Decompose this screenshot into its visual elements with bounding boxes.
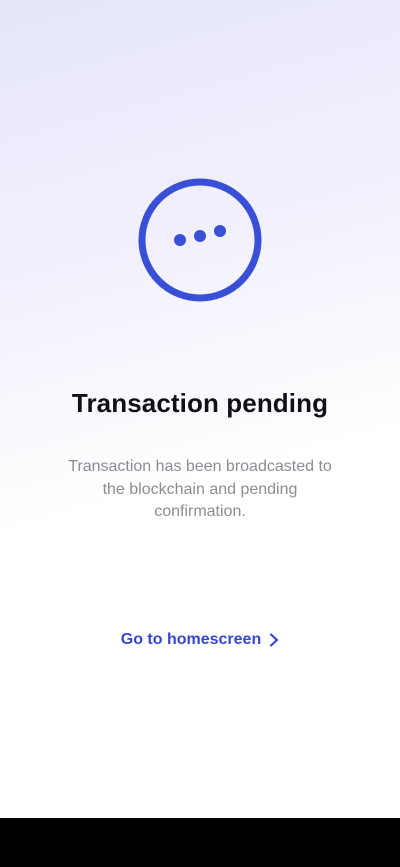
pending-dots-icon — [138, 178, 262, 302]
transaction-pending-screen: Transaction pending Transaction has been… — [0, 0, 400, 867]
system-navigation-bar — [0, 818, 400, 867]
go-to-homescreen-button[interactable]: Go to homescreen — [0, 628, 400, 652]
status-description: Transaction has been broadcasted to the … — [68, 458, 332, 520]
chevron-right-icon — [269, 633, 279, 647]
page-title: Transaction pending — [71, 388, 329, 418]
go-to-homescreen-label: Go to homescreen — [120, 631, 262, 648]
